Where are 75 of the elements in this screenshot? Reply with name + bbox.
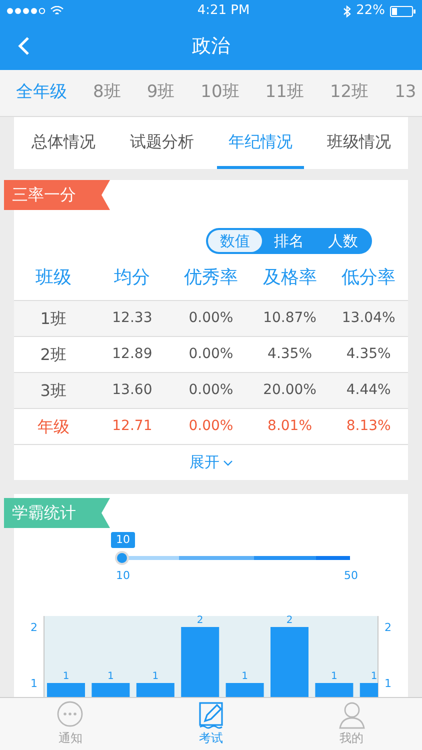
wifi-icon (50, 6, 64, 16)
table-cell-text: 4.44% (345, 381, 392, 400)
column-header: 及格率 (262, 266, 318, 290)
class-tab[interactable]: 11班 (265, 80, 304, 106)
toggle-option[interactable]: 数值 (208, 230, 262, 252)
slider-thumb[interactable] (115, 551, 129, 565)
bar-value-label: 2 (286, 615, 293, 626)
table-cell-text: 4.35% (345, 345, 392, 364)
column-header: 优秀率 (182, 266, 239, 290)
table-cell-text: 8.13% (345, 417, 392, 436)
y-axis-label: 1 (30, 677, 38, 690)
class-tab[interactable]: 10班 (200, 80, 240, 106)
class-tab[interactable]: 全年级 (16, 80, 67, 106)
toggle-option[interactable]: 人数 (316, 230, 370, 252)
user-icon (338, 701, 366, 729)
battery-icon (390, 6, 416, 16)
bar-value-label: 2 (196, 615, 204, 626)
slider-min-label: 10 (116, 568, 130, 584)
column-header: 低分率 (340, 266, 397, 290)
table-cell-text: 12.71 (111, 417, 154, 436)
class-tab[interactable]: 12班 (330, 80, 369, 106)
table-cell-text: 8.01% (266, 417, 314, 436)
signal-icon (6, 7, 46, 15)
table-cell-text: 3班 (39, 380, 68, 402)
column-header: 班级 (34, 266, 72, 290)
table-cell-text: 10.87% (262, 309, 318, 328)
table-cell-text: 4.35% (266, 345, 314, 364)
table-cell-text: 13.60 (111, 381, 154, 400)
chart-bar (181, 627, 220, 697)
section-tag: 三率一分 (4, 180, 110, 210)
slider-value-bubble: 10 (111, 532, 135, 548)
pencil-icon (196, 701, 225, 729)
y-axis-label: 2 (384, 621, 392, 634)
bottom-tab[interactable]: 我的 (281, 698, 422, 750)
bar-value-label: 1 (370, 671, 378, 682)
table-cell-text: 年级 (36, 416, 70, 438)
table-cell-text: 0.00% (188, 345, 234, 364)
bottom-tab[interactable]: 通知 (0, 698, 141, 750)
section-tag: 学霸统计 (4, 498, 110, 528)
toggle-option[interactable]: 排名 (262, 230, 316, 252)
section-tab[interactable]: 总体情况 (20, 117, 106, 169)
table-cell-text: 12.33 (111, 309, 154, 328)
column-header: 均分 (113, 266, 152, 290)
bar-value-label: 1 (242, 671, 248, 682)
class-tab[interactable]: 13 (394, 80, 416, 106)
table-cell-text: 12.89 (111, 345, 154, 364)
table-cell-text: 0.00% (188, 417, 234, 436)
expand-link[interactable]: 展开 (190, 451, 232, 474)
table-cell-text: 1班 (39, 308, 68, 330)
section-tab[interactable]: 试题分析 (118, 117, 205, 169)
slider-max-label: 50 (344, 568, 358, 584)
table-cell-text: 20.00% (262, 381, 318, 400)
y-axis-label: 2 (30, 621, 38, 634)
bar-value-label: 1 (62, 671, 70, 682)
section-tab[interactable]: 班级情况 (316, 117, 402, 169)
bar-value-label: 1 (108, 671, 114, 682)
chat-bubble-icon (56, 701, 84, 729)
bluetooth-icon (343, 4, 352, 18)
chevron-down-icon (222, 460, 232, 466)
table-cell-text: 13.04% (340, 309, 396, 328)
status-time: 4:21 PM (197, 2, 250, 20)
section-tab[interactable]: 年纪情况 (217, 117, 304, 169)
bottom-tab[interactable]: 考试 (140, 698, 282, 750)
y-axis-label: 1 (384, 677, 392, 690)
table-cell-text: 0.00% (188, 381, 234, 400)
class-tab[interactable]: 9班 (146, 80, 175, 106)
bar-value-label: 1 (152, 671, 159, 682)
table-cell-text: 2班 (39, 344, 68, 366)
battery-percent: 22% (356, 2, 385, 20)
back-chevron-icon (18, 36, 30, 56)
page-title: 政治 (192, 34, 230, 59)
table-cell-text: 0.00% (188, 309, 234, 328)
chart-bar (270, 627, 308, 697)
class-tab[interactable]: 8班 (93, 80, 121, 106)
bar-value-label: 1 (331, 671, 338, 682)
